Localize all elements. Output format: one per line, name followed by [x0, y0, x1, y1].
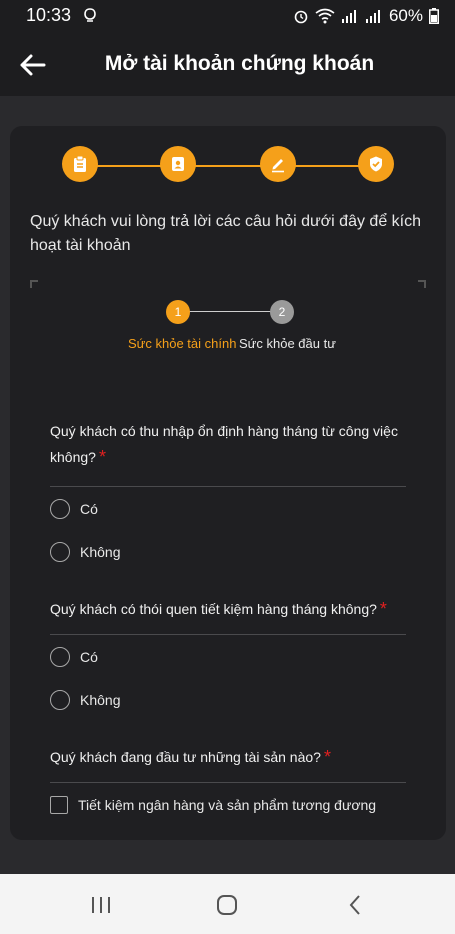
question-income: Quý khách có thu nhập ổn định hàng tháng…: [50, 418, 410, 470]
radio-button[interactable]: [50, 542, 70, 562]
required-marker: *: [379, 599, 387, 619]
signal-icon-2: [365, 10, 380, 23]
radio-option[interactable]: Không: [50, 541, 120, 563]
system-nav-bar: [0, 874, 455, 934]
radio-option[interactable]: Có: [50, 646, 98, 668]
intro-text: Quý khách vui lòng trả lời các câu hỏi d…: [30, 213, 421, 254]
chevron-left-icon: [349, 895, 360, 915]
steps-connector: [82, 165, 374, 167]
frame-corner: [30, 280, 38, 288]
clipboard-icon: [74, 155, 86, 172]
id-card-icon: [172, 157, 184, 171]
battery-icon: [429, 8, 439, 24]
main-content: Quý khách vui lòng trả lời các câu hỏi d…: [0, 96, 455, 874]
progress-steps: [62, 146, 394, 186]
alarm-icon: [294, 10, 308, 24]
status-bar: 10:33 60%: [0, 0, 455, 34]
radio-option[interactable]: Không: [50, 689, 120, 711]
required-marker: *: [323, 747, 331, 767]
wifi-icon: [315, 8, 335, 24]
registration-card: Quý khách vui lòng trả lời các câu hỏi d…: [10, 126, 446, 840]
divider: [50, 486, 406, 487]
radio-button[interactable]: [50, 499, 70, 519]
pencil-icon: [272, 159, 284, 173]
step-3: [260, 146, 296, 182]
divider: [50, 634, 406, 635]
radio-option[interactable]: Có: [50, 498, 98, 520]
checkbox[interactable]: [50, 796, 68, 814]
divider: [50, 782, 406, 783]
radio-button[interactable]: [50, 647, 70, 667]
question-text: Quý khách có thói quen tiết kiệm hàng th…: [50, 601, 377, 617]
required-marker: *: [98, 447, 106, 467]
checkbox-option[interactable]: Tiết kiệm ngân hàng và sản phẩm tương đư…: [50, 794, 376, 816]
radio-button[interactable]: [50, 690, 70, 710]
battery-percent: 60%: [388, 6, 423, 25]
question-saving: Quý khách có thói quen tiết kiệm hàng th…: [50, 596, 410, 622]
substep-label-active: Sức khỏe tài chính: [128, 336, 237, 351]
home-button[interactable]: [212, 890, 242, 920]
question-assets: Quý khách đang đầu tư những tài sản nào?…: [50, 744, 410, 770]
signal-icon: [341, 10, 356, 23]
recent-apps-icon: [92, 897, 110, 913]
substep-label: Sức khỏe đầu tư: [239, 336, 336, 351]
nav-back-button[interactable]: [340, 890, 370, 920]
substep-number: 2: [270, 300, 294, 324]
option-label: Không: [80, 544, 121, 560]
step-2: [160, 146, 196, 182]
substep-number: 1: [166, 300, 190, 324]
status-icons: 60%: [293, 6, 439, 26]
app-header: Mở tài khoản chứng khoán: [0, 34, 455, 96]
app-notification-icon: [84, 8, 96, 22]
option-label: Tiết kiệm ngân hàng và sản phẩm tương đư…: [78, 797, 377, 813]
option-label: Có: [80, 501, 98, 517]
page-title: Mở tài khoản chứng khoán: [104, 52, 375, 75]
question-text: Quý khách đang đầu tư những tài sản nào?: [50, 749, 321, 765]
step-4: [358, 146, 394, 182]
home-icon: [217, 895, 237, 915]
frame-corner: [418, 280, 426, 288]
status-time: 10:33: [26, 5, 72, 25]
shield-check-icon: [370, 156, 382, 172]
option-label: Không: [80, 692, 121, 708]
recent-apps-button[interactable]: [86, 890, 116, 920]
step-1: [62, 146, 98, 182]
sub-steps: 1 2 Sức khỏe tài chính Sức khỏe đầu tư: [126, 300, 346, 360]
option-label: Có: [80, 649, 98, 665]
